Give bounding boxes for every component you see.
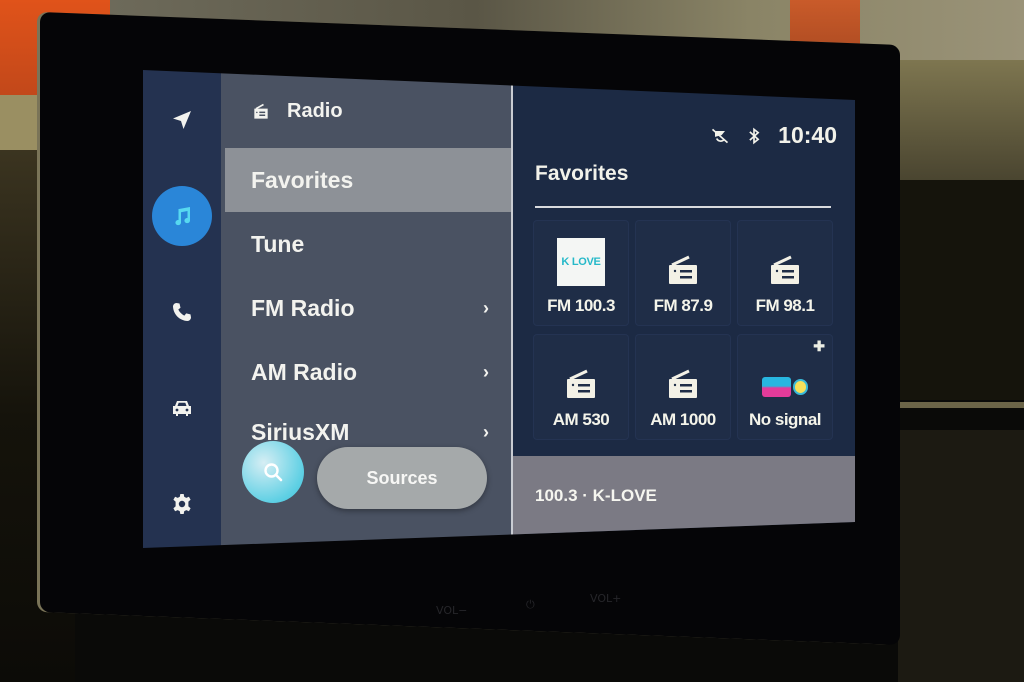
menu-item-label: FM Radio [251,294,355,321]
music-note-icon [175,207,191,226]
tile-label: AM 530 [552,410,610,429]
title-divider [535,206,831,208]
rail-settings-button[interactable] [152,474,212,534]
background-dashboard-lower [898,430,1024,682]
radio-icon [254,103,268,119]
menu-header: Radio [251,100,343,123]
search-button[interactable] [242,441,304,503]
favorite-tile-no-signal[interactable]: ✚ No signal [737,334,833,440]
tile-label: AM 1000 [650,410,716,429]
menu-item-fm-radio[interactable]: FM Radio › [225,276,511,340]
radio-icon [567,369,595,398]
favorite-tile-fm-87-9[interactable]: FM 87.9 [635,220,731,326]
bluetooth-icon [749,127,760,144]
rail-media-button[interactable] [152,186,212,246]
phone-icon [173,303,191,321]
search-icon [264,463,283,482]
tile-label: FM 100.3 [547,296,615,315]
background-dashboard-right [890,180,1024,400]
navigation-arrow-icon [173,111,191,129]
status-bar: 10:40 [710,122,837,149]
sources-button[interactable]: Sources [317,447,487,509]
voice-muted-icon [712,128,729,143]
tile-label: FM 98.1 [755,296,815,315]
menu-item-am-radio[interactable]: AM Radio › [225,340,511,404]
gear-icon [173,494,191,514]
rail-vehicle-button[interactable] [152,378,212,438]
menu-item-favorites[interactable]: Favorites [225,148,511,212]
sources-button-label: Sources [366,467,438,488]
power-icon[interactable]: ⏻ [526,598,535,612]
radio-menu-panel: Radio Favorites Tune FM Radio › AM Radio… [221,70,513,548]
car-icon [173,401,191,416]
favorites-content: 10:40 Favorites K LOVE FM 100.3 FM 87.9 … [513,70,855,548]
radio-icon [669,255,697,284]
background-trim [898,402,1024,408]
radio-icon [771,255,799,284]
menu-item-label: AM Radio [251,358,358,385]
menu-item-label: Favorites [251,166,354,193]
rail-navigation-button[interactable] [152,90,212,150]
menu-item-label: Tune [251,230,305,257]
background-panel-right [890,60,1024,180]
chevron-right-icon: › [483,297,489,318]
chevron-right-icon: › [483,361,489,382]
app-rail [143,70,221,548]
volume-down-button[interactable]: VOL− [436,604,467,617]
favorite-tile-am-530[interactable]: AM 530 [533,334,629,440]
tile-label: FM 87.9 [653,296,713,315]
favorites-grid: K LOVE FM 100.3 FM 87.9 FM 98.1 AM 530 A… [533,220,833,440]
station-logo-klove: K LOVE [557,238,605,286]
radio-icon [669,369,697,398]
tile-label: No signal [748,410,822,429]
volume-up-button[interactable]: VOL+ [590,592,621,605]
chevron-right-icon: › [483,421,489,442]
favorite-tile-am-1000[interactable]: AM 1000 [635,334,731,440]
menu-title: Radio [287,100,343,122]
rail-phone-button[interactable] [152,282,212,342]
station-logo [762,374,808,400]
favorite-tile-fm-98-1[interactable]: FM 98.1 [737,220,833,326]
favorite-tile-fm-100-3[interactable]: K LOVE FM 100.3 [533,220,629,326]
favorites-title: Favorites [535,162,629,185]
infotainment-screen: Radio Favorites Tune FM Radio › AM Radio… [143,70,855,548]
add-icon[interactable]: ✚ [813,338,825,355]
menu-item-tune[interactable]: Tune [225,212,511,276]
now-playing-text: 100.3 · K-LOVE [535,486,657,505]
clock: 10:40 [778,122,837,148]
